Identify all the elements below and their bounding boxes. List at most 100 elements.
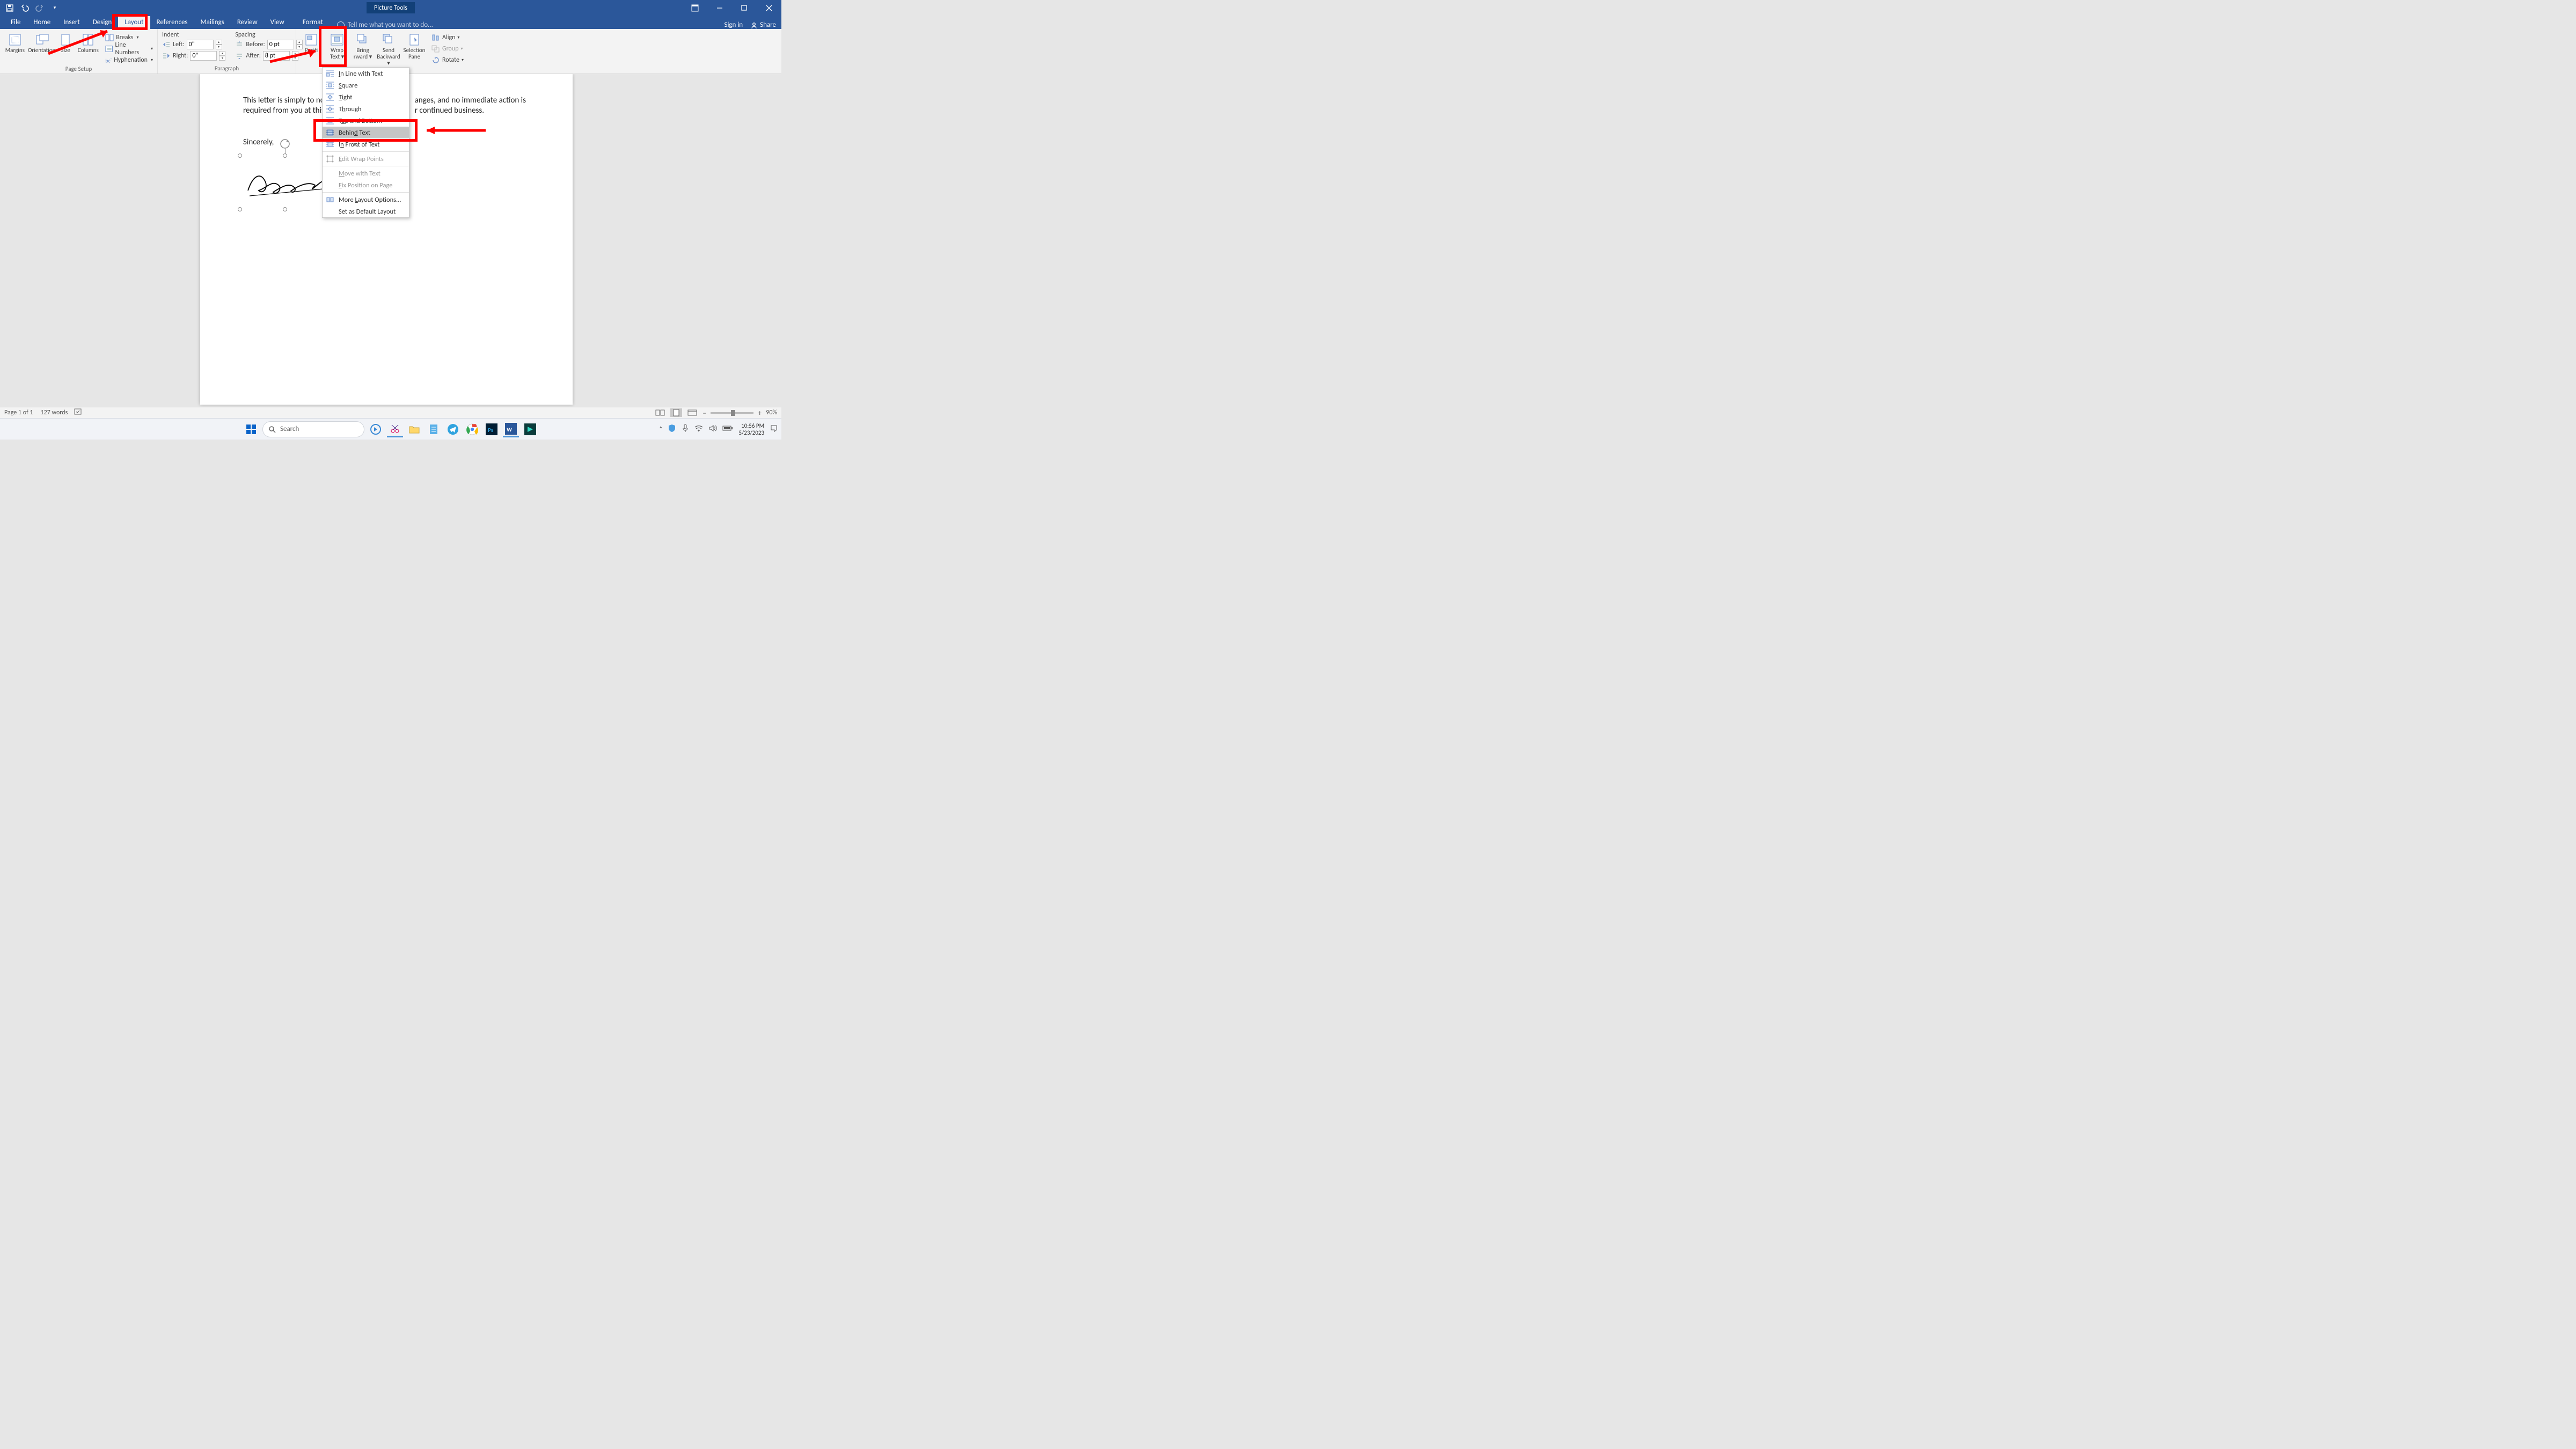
volume-icon[interactable] — [708, 425, 717, 434]
read-mode-icon[interactable] — [654, 408, 666, 417]
notepad-icon[interactable] — [426, 421, 442, 437]
tell-me-search[interactable]: Tell me what you want to do... — [337, 21, 433, 29]
share-button[interactable]: Share — [750, 21, 776, 29]
defender-icon[interactable] — [668, 424, 676, 434]
qat-customize-icon[interactable]: ▾ — [48, 2, 61, 14]
bring-forward-label: Bringrward ▾ — [354, 47, 372, 60]
indent-left-input[interactable] — [187, 40, 214, 49]
align-button[interactable]: Align▾ — [430, 32, 465, 43]
zoom-out-button[interactable]: – — [702, 408, 706, 418]
line-numbers-button[interactable]: Line Numbers▾ — [104, 43, 154, 54]
spacing-after-input[interactable] — [263, 51, 290, 61]
time: 10:56 PM — [738, 422, 764, 429]
spacing-before-field[interactable]: Before:▴▾ — [234, 39, 303, 50]
zoom-level[interactable]: 90% — [766, 409, 777, 416]
columns-button[interactable]: Columns — [76, 32, 100, 54]
minimize-icon[interactable] — [707, 0, 732, 16]
rotate-handle-icon[interactable] — [280, 138, 290, 149]
zoom-slider[interactable] — [711, 412, 753, 414]
sign-in-link[interactable]: Sign in — [724, 21, 743, 29]
menu-square[interactable]: Square — [323, 79, 409, 91]
tab-mailings[interactable]: Mailings — [194, 16, 231, 29]
menu-more-layout[interactable]: More Layout Options... — [323, 194, 409, 206]
menu-inline[interactable]: In Line with Text — [323, 68, 409, 79]
wifi-icon[interactable] — [694, 425, 703, 434]
menu-label: In Fro↖nt of Text — [339, 141, 379, 149]
undo-icon[interactable] — [18, 2, 31, 14]
menu-topbottom[interactable]: Top and Bottom — [323, 115, 409, 127]
notifications-icon[interactable] — [770, 424, 778, 434]
tab-layout[interactable]: Layout — [118, 16, 150, 29]
send-backward-button[interactable]: SendBackward ▾ — [377, 32, 400, 67]
group-paragraph: Indent Left:▴▾ Right:▴▾ Spacing Before:▴… — [158, 29, 296, 74]
menu-fix-position: Fix Position on Page — [323, 179, 409, 191]
print-layout-icon[interactable] — [670, 408, 682, 417]
tray-chevron-icon[interactable]: ˄ — [659, 426, 662, 433]
line-numbers-label: Line Numbers — [115, 41, 148, 56]
page-setup-group-label: Page Setup — [3, 65, 154, 74]
start-icon[interactable] — [243, 421, 259, 437]
group-button[interactable]: Group▾ — [430, 43, 465, 54]
selection-pane-button[interactable]: SelectionPane — [402, 32, 426, 60]
rotate-button[interactable]: Rotate▾ — [430, 55, 465, 65]
tab-home[interactable]: Home — [27, 16, 57, 29]
menu-through[interactable]: Through — [323, 103, 409, 115]
save-icon[interactable] — [3, 2, 16, 14]
indent-right-label: Right: — [173, 52, 188, 60]
indent-left-field[interactable]: Left:▴▾ — [161, 39, 226, 50]
menu-label: Top and Bottom — [339, 117, 382, 125]
clock[interactable]: 10:56 PM5/23/2023 — [738, 422, 764, 436]
spacing-header: Spacing — [234, 31, 303, 39]
topbottom-icon — [326, 116, 334, 125]
title-bar: ▾ Picture Tools — [0, 0, 781, 16]
status-page[interactable]: Page 1 of 1 — [4, 409, 33, 416]
bing-chat-icon[interactable] — [368, 421, 384, 437]
tab-format[interactable]: Format — [296, 16, 330, 29]
proofing-icon[interactable] — [74, 408, 83, 418]
chrome-icon[interactable] — [464, 421, 480, 437]
menu-tight[interactable]: Tight — [323, 91, 409, 103]
orientation-button[interactable]: Orientation — [29, 32, 55, 54]
tab-view[interactable]: View — [264, 16, 291, 29]
size-button[interactable]: Size — [57, 32, 75, 54]
telegram-icon[interactable] — [445, 421, 461, 437]
align-label: Align — [442, 34, 455, 41]
infront-icon — [326, 140, 334, 149]
spacing-after-field[interactable]: After:▴▾ — [234, 50, 303, 61]
selected-image[interactable] — [240, 156, 330, 209]
status-words[interactable]: 127 words — [41, 409, 68, 416]
indent-right-input[interactable] — [190, 51, 217, 61]
photoshop-icon[interactable]: Ps — [484, 421, 500, 437]
taskbar-search[interactable]: Search — [262, 421, 364, 437]
wrap-text-button[interactable]: WrapText ▾ — [325, 32, 349, 60]
tab-design[interactable]: Design — [86, 16, 118, 29]
tab-insert[interactable]: Insert — [57, 16, 86, 29]
tab-file[interactable]: File — [4, 16, 27, 29]
hyphenation-button[interactable]: bc-Hyphenation▾ — [104, 55, 154, 65]
ribbon-display-icon[interactable] — [683, 0, 707, 16]
indent-right-field[interactable]: Right:▴▾ — [161, 50, 226, 61]
contextual-tab-label: Picture Tools — [367, 2, 415, 13]
redo-icon[interactable] — [33, 2, 46, 14]
menu-set-default[interactable]: Set as Default Layout — [323, 206, 409, 217]
spacing-before-input[interactable] — [267, 40, 294, 49]
menu-behind[interactable]: Behind Text — [323, 127, 409, 138]
tab-review[interactable]: Review — [231, 16, 264, 29]
word-icon[interactable]: W — [503, 421, 519, 437]
close-icon[interactable] — [757, 0, 781, 16]
maximize-icon[interactable] — [732, 0, 757, 16]
tab-references[interactable]: References — [150, 16, 194, 29]
mic-icon[interactable] — [682, 424, 689, 434]
margins-button[interactable]: Margins — [3, 32, 27, 54]
zoom-in-button[interactable]: + — [758, 408, 762, 418]
web-layout-icon[interactable] — [686, 408, 698, 417]
battery-icon[interactable] — [722, 425, 733, 433]
bring-forward-button[interactable]: Bringrward ▾ — [351, 32, 375, 60]
snipping-tool-icon[interactable] — [387, 421, 403, 437]
menu-label: Behind Text — [339, 129, 370, 137]
filmora-icon[interactable] — [522, 421, 538, 437]
columns-label: Columns — [78, 47, 99, 54]
file-explorer-icon[interactable] — [406, 421, 422, 437]
position-button[interactable]: Positi — [299, 32, 323, 54]
menu-infront[interactable]: In Fro↖nt of Text — [323, 138, 409, 150]
